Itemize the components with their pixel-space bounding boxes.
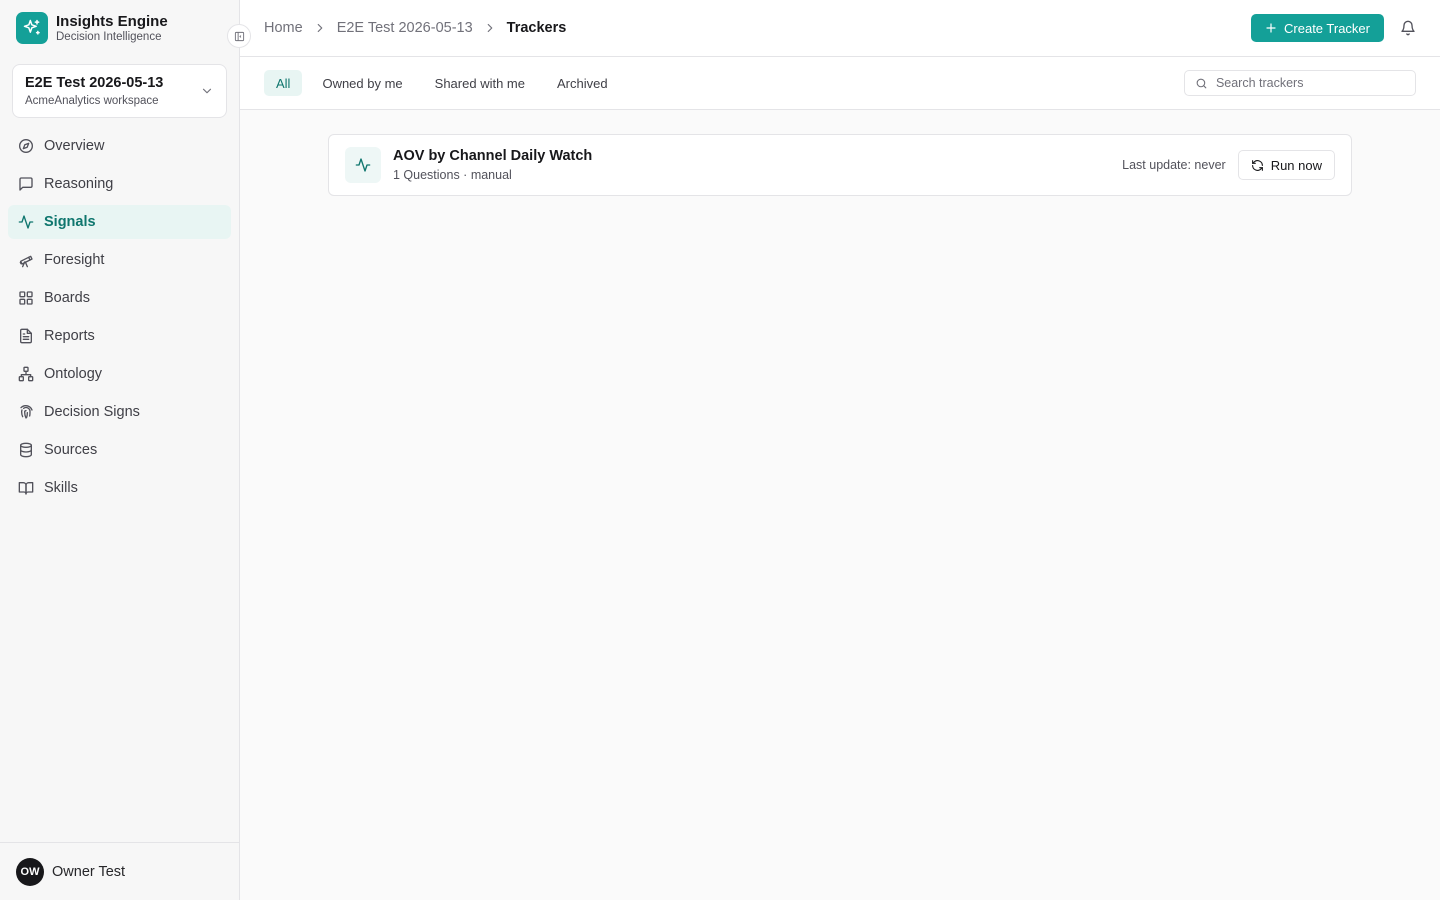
create-tracker-button[interactable]: Create Tracker bbox=[1251, 14, 1384, 42]
sidebar-item-label: Overview bbox=[44, 138, 105, 154]
breadcrumb: Home E2E Test 2026-05-13 Trackers bbox=[264, 20, 566, 36]
chevron-right-icon bbox=[313, 21, 327, 35]
main-area: Home E2E Test 2026-05-13 Trackers Create… bbox=[240, 0, 1440, 900]
breadcrumb-home[interactable]: Home bbox=[264, 20, 303, 36]
chevron-down-icon bbox=[202, 88, 212, 94]
plus-icon bbox=[1265, 22, 1277, 34]
search-icon bbox=[1196, 78, 1207, 88]
tracker-name[interactable]: AOV by Channel Daily Watch bbox=[393, 147, 592, 165]
tab-all[interactable]: All bbox=[264, 70, 303, 96]
filter-bar: All Owned by me Shared with me Archived bbox=[240, 57, 1440, 110]
sidebar-item-overview[interactable]: Overview bbox=[8, 129, 231, 163]
sidebar-item-label: Signals bbox=[44, 214, 96, 230]
top-bar: Home E2E Test 2026-05-13 Trackers Create… bbox=[240, 0, 1440, 57]
file-text-icon bbox=[17, 328, 34, 345]
telescope-icon bbox=[17, 252, 34, 269]
search-input[interactable] bbox=[1215, 76, 1405, 90]
sidebar-item-skills[interactable]: Skills bbox=[8, 471, 231, 505]
create-tracker-label: Create Tracker bbox=[1284, 20, 1370, 36]
sidebar-item-label: Foresight bbox=[44, 252, 105, 268]
brand-subtitle: Decision Intelligence bbox=[56, 30, 162, 43]
compass-icon bbox=[17, 138, 34, 155]
brand-header: Insights Engine Decision Intelligence bbox=[0, 0, 251, 56]
fingerprint-icon bbox=[17, 404, 34, 421]
sparkles-logo-icon bbox=[16, 12, 48, 44]
tracker-card[interactable]: AOV by Channel Daily Watch 1 Questions ·… bbox=[328, 134, 1352, 196]
refresh-icon bbox=[1251, 159, 1264, 172]
panel-left-icon bbox=[234, 31, 244, 41]
sidebar-item-label: Reasoning bbox=[44, 176, 114, 192]
sidebar-item-reports[interactable]: Reports bbox=[8, 319, 231, 353]
sidebar-item-label: Boards bbox=[44, 290, 90, 306]
search-box bbox=[1184, 70, 1416, 96]
user-name: Owner Test bbox=[52, 863, 126, 880]
sidebar-item-label: Sources bbox=[44, 442, 98, 458]
workspace-switcher[interactable]: E2E Test 2026-05-13 AcmeAnalytics worksp… bbox=[12, 64, 227, 118]
activity-icon bbox=[345, 147, 381, 183]
sidebar: Insights Engine Decision Intelligence E2… bbox=[0, 0, 251, 900]
sidebar-item-signals[interactable]: Signals bbox=[8, 205, 231, 239]
workspace-subtitle: AcmeAnalytics workspace bbox=[25, 94, 159, 107]
sidebar-item-foresight[interactable]: Foresight bbox=[8, 243, 231, 277]
sidebar-nav: Overview Reasoning Signals Foresight Boa… bbox=[0, 129, 239, 509]
breadcrumb-workspace[interactable]: E2E Test 2026-05-13 bbox=[337, 20, 473, 36]
brand-name: Insights Engine bbox=[56, 12, 168, 30]
activity-icon bbox=[17, 214, 34, 231]
sidebar-item-reasoning[interactable]: Reasoning bbox=[8, 167, 231, 201]
sidebar-item-label: Decision Signs bbox=[44, 404, 140, 420]
tab-owned-by-me[interactable]: Owned by me bbox=[310, 70, 414, 96]
sidebar-item-sources[interactable]: Sources bbox=[8, 433, 231, 467]
run-now-label: Run now bbox=[1270, 157, 1322, 173]
sidebar-item-label: Reports bbox=[44, 328, 95, 344]
sidebar-collapse-button[interactable] bbox=[227, 24, 251, 48]
user-menu[interactable]: OW Owner Test bbox=[0, 842, 239, 900]
tab-shared-with-me[interactable]: Shared with me bbox=[423, 70, 537, 96]
message-square-icon bbox=[17, 176, 34, 193]
workspace-name: E2E Test 2026-05-13 bbox=[25, 74, 164, 91]
breadcrumb-current: Trackers bbox=[506, 20, 567, 36]
bell-icon[interactable] bbox=[1400, 20, 1416, 36]
chevron-right-icon bbox=[483, 21, 497, 35]
book-open-icon bbox=[17, 480, 34, 497]
sidebar-item-decision-signs[interactable]: Decision Signs bbox=[8, 395, 231, 429]
app-root: Insights Engine Decision Intelligence E2… bbox=[0, 0, 1440, 900]
tracker-meta: 1 Questions · manual bbox=[393, 167, 512, 182]
sidebar-item-boards[interactable]: Boards bbox=[8, 281, 231, 315]
sidebar-item-ontology[interactable]: Ontology bbox=[8, 357, 231, 391]
grid-icon bbox=[17, 290, 34, 307]
tracker-last-update: Last update: never bbox=[1122, 158, 1226, 172]
filter-tabs: All Owned by me Shared with me Archived bbox=[264, 70, 628, 96]
tab-archived[interactable]: Archived bbox=[545, 70, 620, 96]
database-icon bbox=[17, 442, 34, 459]
sidebar-item-label: Ontology bbox=[44, 366, 103, 382]
run-now-button[interactable]: Run now bbox=[1237, 150, 1335, 180]
avatar: OW bbox=[16, 857, 44, 886]
sidebar-item-label: Skills bbox=[44, 480, 78, 496]
tracker-list: AOV by Channel Daily Watch 1 Questions ·… bbox=[240, 110, 1440, 220]
network-icon bbox=[17, 366, 34, 383]
